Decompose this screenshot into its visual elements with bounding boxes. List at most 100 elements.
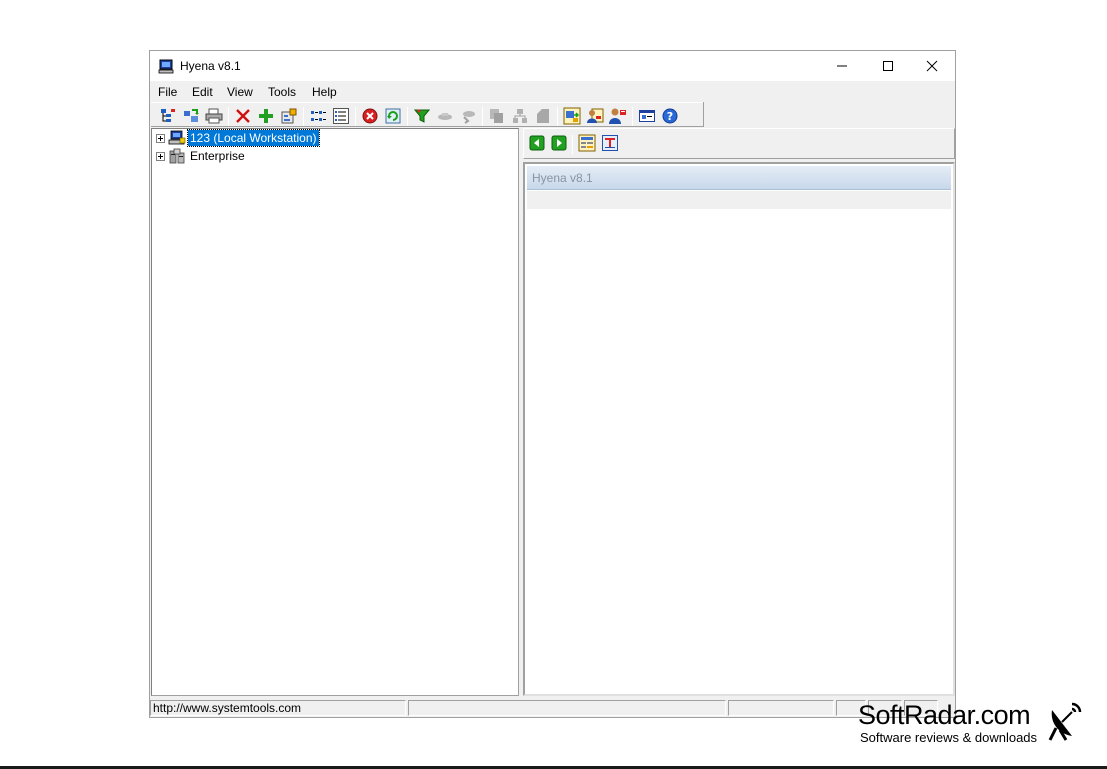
text-view-icon: [602, 135, 618, 151]
maximize-icon: [883, 61, 893, 71]
network-button[interactable]: [511, 107, 529, 125]
tree-node-enterprise[interactable]: Enterprise: [156, 147, 247, 165]
app-window: Hyena v8.1 File Edit View Tools Help ? 1…: [149, 50, 956, 718]
toolbar-separator: [228, 107, 229, 126]
help-icon: ?: [662, 108, 678, 124]
main-toolbar: ?: [151, 102, 703, 127]
console-icon: [639, 110, 655, 122]
console-button[interactable]: [638, 107, 656, 125]
tree-view-button[interactable]: [159, 107, 177, 125]
add-icon: [259, 109, 273, 123]
delete-icon: [236, 109, 250, 123]
refresh-tree-button[interactable]: [182, 107, 200, 125]
details-view-button[interactable]: [332, 107, 350, 125]
refresh-tree-icon: [184, 109, 199, 122]
stop-button[interactable]: [361, 107, 379, 125]
satellite-dish-icon: [1048, 702, 1082, 741]
disconnect-button[interactable]: [459, 107, 477, 125]
grid-view-icon: [578, 134, 596, 152]
menu-help[interactable]: Help: [312, 85, 337, 99]
small-icons-view-button[interactable]: [309, 107, 327, 125]
minimize-button[interactable]: [819, 51, 865, 81]
menu-tools[interactable]: Tools: [268, 85, 296, 99]
delete-button[interactable]: [234, 107, 252, 125]
add-button[interactable]: [257, 107, 275, 125]
copy-button[interactable]: [488, 107, 506, 125]
grid-view-button[interactable]: [578, 134, 596, 152]
back-button[interactable]: [528, 134, 546, 152]
maximize-button[interactable]: [865, 51, 911, 81]
stop-icon: [362, 108, 378, 124]
small-icons-view-icon: [311, 111, 326, 121]
softradar-watermark: SoftRadar.com Software reviews & downloa…: [858, 700, 1098, 750]
user-settings-icon: [609, 108, 626, 124]
print-button[interactable]: [205, 107, 223, 125]
details-panel[interactable]: Hyena v8.1: [523, 162, 955, 696]
expand-icon[interactable]: [156, 151, 165, 161]
tree-node-label[interactable]: Enterprise: [188, 148, 247, 164]
user-settings-button[interactable]: [609, 107, 627, 125]
connect-button[interactable]: [436, 107, 454, 125]
details-header: Hyena v8.1: [527, 166, 951, 190]
title-bar[interactable]: Hyena v8.1: [150, 51, 955, 81]
hyena-app-icon: [158, 59, 174, 74]
tree-node-local-workstation[interactable]: 123 (Local Workstation): [156, 129, 320, 147]
back-icon: [529, 135, 545, 151]
network-icon: [513, 109, 527, 123]
right-pane-toolbar: [523, 128, 955, 159]
navigation-tree[interactable]: 123 (Local Workstation) Enterprise: [151, 128, 519, 696]
copy-icon: [490, 109, 503, 123]
document-icon: [537, 109, 549, 123]
enterprise-icon: [169, 148, 185, 164]
status-url: http://www.systemtools.com: [150, 700, 406, 716]
menu-file[interactable]: File: [158, 85, 177, 99]
refresh-icon: [385, 108, 401, 124]
toolbar-separator: [572, 135, 573, 154]
close-button[interactable]: [909, 51, 955, 81]
forward-icon: [551, 135, 567, 151]
toolbar-separator: [303, 107, 304, 126]
refresh-button[interactable]: [384, 107, 402, 125]
connect-icon: [438, 113, 452, 120]
properties-button[interactable]: [280, 107, 298, 125]
status-panel-2: [408, 700, 726, 716]
workstation-icon: [168, 130, 186, 145]
filter-icon: [414, 109, 430, 123]
help-button[interactable]: ?: [661, 107, 679, 125]
toolbar-separator: [632, 107, 633, 126]
status-bar: http://www.systemtools.com: [150, 698, 955, 717]
toolbar-separator: [407, 107, 408, 126]
screenshot-stage: Hyena v8.1 File Edit View Tools Help ? 1…: [0, 0, 1107, 769]
toolbar-separator: [355, 107, 356, 126]
menu-view[interactable]: View: [227, 85, 253, 99]
svg-text:?: ?: [667, 110, 673, 123]
properties-icon: [281, 108, 297, 124]
export-icon: [563, 107, 581, 125]
expand-icon[interactable]: [156, 133, 165, 143]
filter-button[interactable]: [413, 107, 431, 125]
toolbar-separator: [482, 107, 483, 126]
toolbar-separator: [557, 107, 558, 126]
text-view-button[interactable]: [601, 134, 619, 152]
print-icon: [205, 108, 223, 124]
menu-edit[interactable]: Edit: [192, 85, 213, 99]
forward-button[interactable]: [550, 134, 568, 152]
watermark-subtitle: Software reviews & downloads: [860, 730, 1038, 745]
user-export-button[interactable]: [586, 107, 604, 125]
status-panel-3: [728, 700, 834, 716]
tree-node-label[interactable]: 123 (Local Workstation): [187, 129, 320, 147]
user-export-icon: [587, 108, 604, 123]
minimize-icon: [837, 65, 847, 67]
toolbar-edge: [703, 102, 704, 127]
details-view-icon: [333, 108, 349, 124]
tree-view-icon: [161, 109, 175, 122]
details-subheader: [527, 191, 951, 209]
close-icon: [926, 60, 938, 72]
menu-bar: File Edit View Tools Help: [150, 81, 955, 101]
disconnect-icon: [463, 111, 475, 124]
watermark-title: SoftRadar.com: [858, 700, 1031, 730]
details-header-title: Hyena v8.1: [532, 171, 593, 185]
document-button[interactable]: [534, 107, 552, 125]
export-button[interactable]: [563, 107, 581, 125]
window-title: Hyena v8.1: [180, 59, 241, 73]
